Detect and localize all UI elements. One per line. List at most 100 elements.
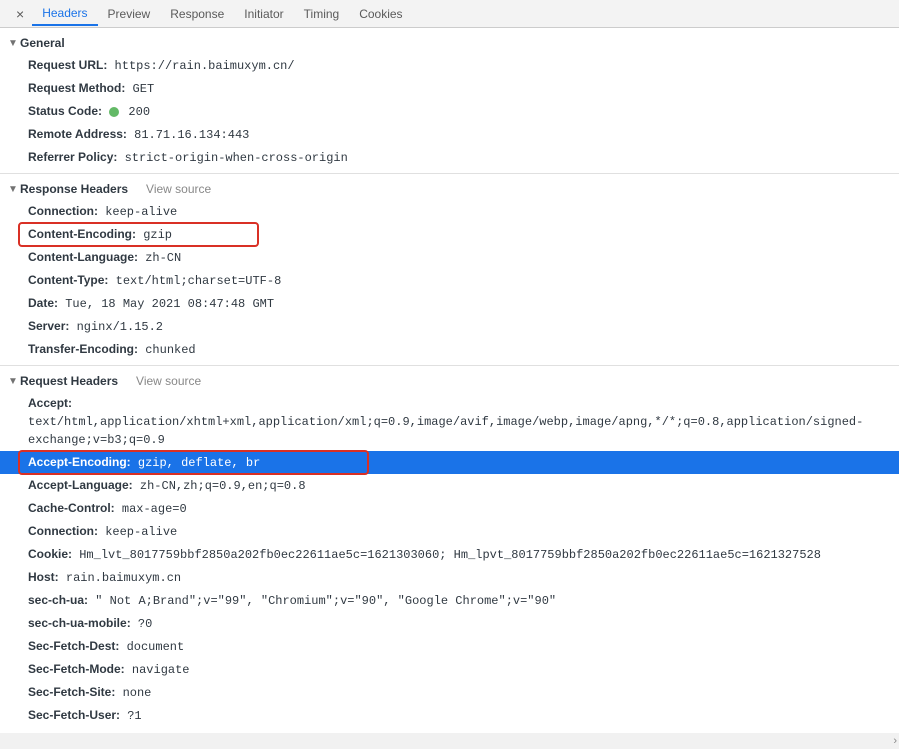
label: Server: <box>28 319 69 333</box>
value: GET <box>133 82 155 96</box>
response-header-row: Date: Tue, 18 May 2021 08:47:48 GMT <box>0 292 899 315</box>
value: max-age=0 <box>122 502 187 516</box>
general-status-code: Status Code: 200 <box>0 100 899 123</box>
label: Transfer-Encoding: <box>28 342 138 356</box>
label: Content-Language: <box>28 250 138 264</box>
value: https://rain.baimuxym.cn/ <box>115 59 295 73</box>
view-source-link[interactable]: View source <box>146 182 211 196</box>
value: 81.71.16.134:443 <box>134 128 249 142</box>
status-dot-icon <box>109 107 119 117</box>
tab-bar: × Headers Preview Response Initiator Tim… <box>0 0 899 28</box>
value: Hm_lvt_8017759bbf2850a202fb0ec22611ae5c=… <box>79 548 821 562</box>
response-header-row: Content-Type: text/html;charset=UTF-8 <box>0 269 899 292</box>
label: Content-Encoding: <box>28 227 136 241</box>
disclosure-icon: ▼ <box>8 376 16 387</box>
value: keep-alive <box>105 205 177 219</box>
section-general[interactable]: ▼ General <box>0 32 899 54</box>
disclosure-icon: ▼ <box>8 184 16 195</box>
request-header-row: Connection: keep-alive <box>0 520 899 543</box>
request-header-row: Accept-Language: zh-CN,zh;q=0.9,en;q=0.8 <box>0 474 899 497</box>
section-title: General <box>20 36 65 50</box>
value: ?1 <box>127 709 141 723</box>
tab-headers[interactable]: Headers <box>32 1 97 26</box>
general-remote-address: Remote Address: 81.71.16.134:443 <box>0 123 899 146</box>
label: Request URL: <box>28 58 107 72</box>
label: Sec-Fetch-Mode: <box>28 662 125 676</box>
label: Referrer Policy: <box>28 150 117 164</box>
horizontal-scrollbar[interactable]: › <box>0 733 899 749</box>
general-referrer-policy: Referrer Policy: strict-origin-when-cros… <box>0 146 899 169</box>
response-header-row: Connection: keep-alive <box>0 200 899 223</box>
value: rain.baimuxym.cn <box>66 571 181 585</box>
request-header-row: Cache-Control: max-age=0 <box>0 497 899 520</box>
response-header-row: Content-Language: zh-CN <box>0 246 899 269</box>
label: Connection: <box>28 524 98 538</box>
label: Accept-Encoding: <box>28 455 131 469</box>
general-request-method: Request Method: GET <box>0 77 899 100</box>
request-header-row: Cookie: Hm_lvt_8017759bbf2850a202fb0ec22… <box>0 543 899 566</box>
label: Sec-Fetch-User: <box>28 708 120 722</box>
section-request-headers[interactable]: ▼ Request Headers View source <box>0 370 899 392</box>
label: Host: <box>28 570 59 584</box>
view-source-link[interactable]: View source <box>136 374 201 388</box>
value: text/html;charset=UTF-8 <box>116 274 282 288</box>
label: Remote Address: <box>28 127 127 141</box>
value: 200 <box>128 105 150 119</box>
tab-preview[interactable]: Preview <box>98 2 161 26</box>
label: Connection: <box>28 204 98 218</box>
label: Request Method: <box>28 81 125 95</box>
label: Sec-Fetch-Site: <box>28 685 115 699</box>
label: Status Code: <box>28 104 102 118</box>
label: Cookie: <box>28 547 72 561</box>
label: Accept: <box>28 396 72 410</box>
request-header-row: sec-ch-ua-mobile: ?0 <box>0 612 899 635</box>
value: none <box>123 686 152 700</box>
value: ?0 <box>138 617 152 631</box>
request-header-row: Sec-Fetch-Mode: navigate <box>0 658 899 681</box>
value: gzip, deflate, br <box>138 456 260 470</box>
value: text/html,application/xhtml+xml,applicat… <box>28 415 863 447</box>
tab-cookies[interactable]: Cookies <box>349 2 412 26</box>
request-header-row: Sec-Fetch-Dest: document <box>0 635 899 658</box>
label: sec-ch-ua-mobile: <box>28 616 131 630</box>
divider <box>0 173 899 174</box>
response-header-row: Server: nginx/1.15.2 <box>0 315 899 338</box>
value: document <box>127 640 185 654</box>
request-header-row: sec-ch-ua: " Not A;Brand";v="99", "Chrom… <box>0 589 899 612</box>
label: Cache-Control: <box>28 501 115 515</box>
tab-response[interactable]: Response <box>160 2 234 26</box>
tab-initiator[interactable]: Initiator <box>234 2 293 26</box>
response-header-row: Transfer-Encoding: chunked <box>0 338 899 361</box>
label: Content-Type: <box>28 273 108 287</box>
value: zh-CN <box>145 251 181 265</box>
tab-timing[interactable]: Timing <box>294 2 350 26</box>
general-request-url: Request URL: https://rain.baimuxym.cn/ <box>0 54 899 77</box>
request-header-row: Sec-Fetch-Site: none <box>0 681 899 704</box>
section-response-headers[interactable]: ▼ Response Headers View source <box>0 178 899 200</box>
label: Accept-Language: <box>28 478 133 492</box>
value: Tue, 18 May 2021 08:47:48 GMT <box>65 297 274 311</box>
request-header-row: Host: rain.baimuxym.cn <box>0 566 899 589</box>
close-icon[interactable]: × <box>8 6 32 22</box>
value: gzip <box>143 228 172 242</box>
value: chunked <box>145 343 195 357</box>
label: sec-ch-ua: <box>28 593 88 607</box>
headers-panel: ▼ General Request URL: https://rain.baim… <box>0 28 899 749</box>
value: " Not A;Brand";v="99", "Chromium";v="90"… <box>95 594 556 608</box>
value: nginx/1.15.2 <box>77 320 163 334</box>
value: zh-CN,zh;q=0.9,en;q=0.8 <box>140 479 306 493</box>
label: Sec-Fetch-Dest: <box>28 639 119 653</box>
request-header-row-accept-encoding[interactable]: Accept-Encoding: gzip, deflate, br <box>0 451 899 474</box>
value: strict-origin-when-cross-origin <box>125 151 348 165</box>
divider <box>0 365 899 366</box>
request-header-row: Accept: text/html,application/xhtml+xml,… <box>0 392 899 451</box>
section-title: Response Headers <box>20 182 128 196</box>
disclosure-icon: ▼ <box>8 38 16 49</box>
section-title: Request Headers <box>20 374 118 388</box>
label: Date: <box>28 296 58 310</box>
response-header-row-content-encoding: Content-Encoding: gzip <box>0 223 899 246</box>
value: keep-alive <box>105 525 177 539</box>
request-header-row: Sec-Fetch-User: ?1 <box>0 704 899 727</box>
scroll-right-icon[interactable]: › <box>893 735 897 747</box>
value: navigate <box>132 663 190 677</box>
